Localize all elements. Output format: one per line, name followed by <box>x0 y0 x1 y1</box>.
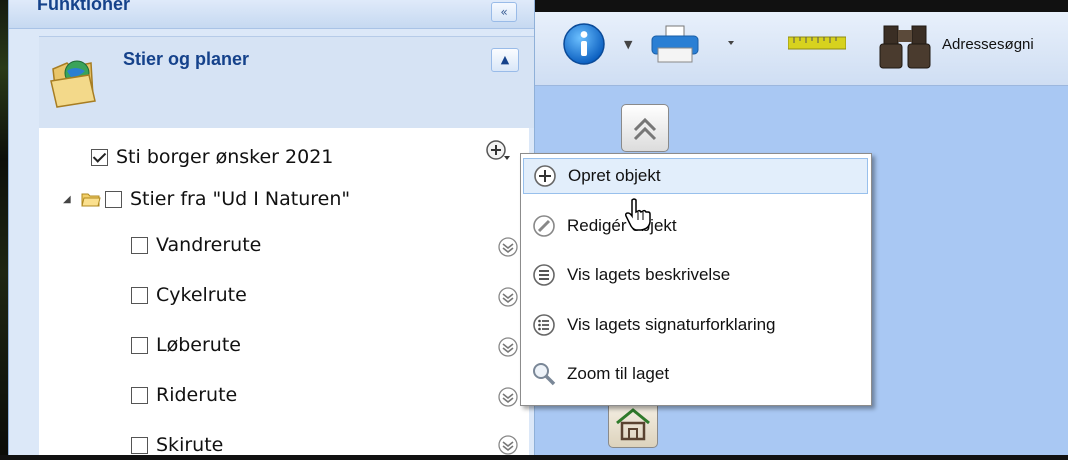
checkbox[interactable] <box>131 236 148 254</box>
tree-item-label: Riderute <box>156 384 238 406</box>
tree-item-sti-borger[interactable]: Sti borger ønsker 2021 <box>91 142 333 172</box>
menu-item-label: Opret objekt <box>568 166 661 185</box>
address-search-label[interactable]: Adressesøgni <box>942 36 1034 53</box>
tree-item-riderute[interactable]: Riderute <box>131 380 237 410</box>
checkbox[interactable] <box>131 386 148 404</box>
tree-item-label: Skirute <box>156 434 224 456</box>
tree-item-vandrerute[interactable]: Vandrerute <box>131 230 261 260</box>
checkbox[interactable] <box>131 436 148 454</box>
home-button[interactable] <box>608 400 658 448</box>
layer-tree: Sti borger ønsker 2021 ◢ Stier fra "Ud I… <box>39 128 534 456</box>
zoom-icon <box>533 363 556 386</box>
expand-options-icon[interactable] <box>497 386 519 408</box>
desktop-background-edge <box>0 0 8 455</box>
layer-context-menu: Opret objekt Redigér objekt Vis lagets b… <box>520 153 872 406</box>
checkbox[interactable] <box>131 336 148 354</box>
home-icon <box>616 408 650 441</box>
folder-icon <box>81 193 101 207</box>
tree-expander-icon[interactable]: ◢ <box>63 194 75 205</box>
chevron-up-double-icon <box>633 117 657 141</box>
menu-item-vis-signaturforklaring[interactable]: Vis lagets signaturforklaring <box>523 307 868 343</box>
tree-item-label: Løberute <box>156 334 241 356</box>
tree-item-label: Stier fra "Ud I Naturen" <box>130 188 351 210</box>
add-layer-icon[interactable] <box>484 138 512 164</box>
info-icon[interactable] <box>562 22 606 66</box>
tree-item-loberute[interactable]: Løberute <box>131 330 241 360</box>
print-icon[interactable] <box>650 24 738 66</box>
edit-icon <box>533 215 555 237</box>
expand-options-icon[interactable] <box>497 434 519 456</box>
tree-item-label: Sti borger ønsker 2021 <box>116 146 334 168</box>
tree-item-cykelrute[interactable]: Cykelrute <box>131 280 247 310</box>
checkbox-checked[interactable] <box>91 148 108 166</box>
section-stier-og-planer[interactable]: Stier og planer ▲ <box>39 36 534 129</box>
legend-icon <box>533 314 555 336</box>
menu-item-rediger-objekt[interactable]: Redigér objekt <box>523 208 868 244</box>
add-icon <box>534 165 556 187</box>
expand-options-icon[interactable] <box>497 236 519 258</box>
checkbox[interactable] <box>131 286 148 304</box>
expand-options-icon[interactable] <box>497 286 519 308</box>
menu-item-opret-objekt[interactable]: Opret objekt <box>523 158 868 194</box>
menu-item-label: Zoom til laget <box>567 364 670 383</box>
menu-item-vis-beskrivelse[interactable]: Vis lagets beskrivelse <box>523 257 868 293</box>
menu-item-label: Vis lagets signaturforklaring <box>567 315 776 334</box>
collapse-panel-button[interactable]: « <box>491 2 517 22</box>
pan-up-button[interactable] <box>621 104 669 152</box>
panel-header: Funktioner « <box>9 0 534 29</box>
expand-options-icon[interactable] <box>497 336 519 358</box>
folder-globe-icon <box>50 60 96 108</box>
tree-item-label: Cykelrute <box>156 284 247 306</box>
panel-header-title: Funktioner <box>37 0 130 14</box>
info-dropdown-caret-icon[interactable]: ▼ <box>624 38 632 51</box>
checkbox[interactable] <box>105 190 122 208</box>
tree-item-label: Vandrerute <box>156 234 262 256</box>
layer-tree-list: Sti borger ønsker 2021 ◢ Stier fra "Ud I… <box>39 128 529 456</box>
tree-folder-stier-fra-ud-i-naturen[interactable]: ◢ Stier fra "Ud I Naturen" <box>63 184 350 214</box>
binoculars-icon[interactable] <box>876 22 936 70</box>
section-title: Stier og planer <box>123 49 250 69</box>
tree-item-skirute[interactable]: Skirute <box>131 430 223 460</box>
description-icon <box>533 264 555 286</box>
functions-panel: Funktioner « Stier og planer ▲ Sti borge… <box>8 0 535 456</box>
menu-item-label: Redigér objekt <box>567 216 677 235</box>
hand-pointer-cursor-icon <box>625 198 651 231</box>
menu-item-zoom-til-laget[interactable]: Zoom til laget <box>523 356 868 392</box>
section-collapse-button[interactable]: ▲ <box>491 48 519 72</box>
menu-item-label: Vis lagets beskrivelse <box>567 265 731 284</box>
ruler-icon[interactable] <box>788 36 846 50</box>
